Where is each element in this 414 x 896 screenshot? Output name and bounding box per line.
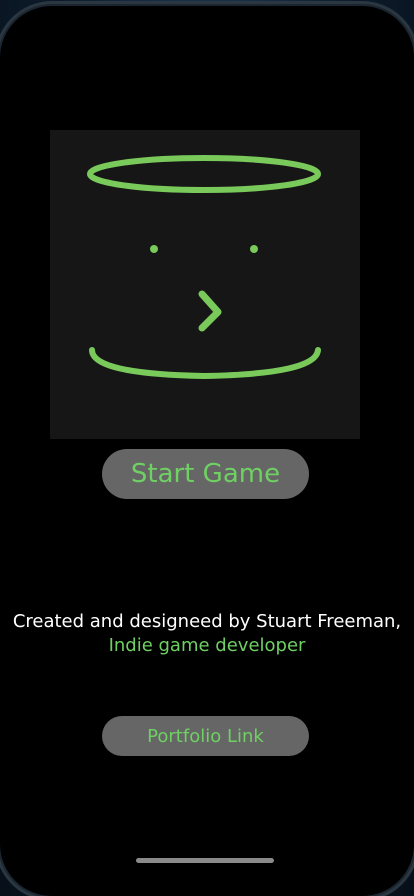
phone-screen: Start Game Created and designeed by Stua… <box>0 6 414 896</box>
start-game-button[interactable]: Start Game <box>102 449 309 499</box>
cylinder-face-icon <box>87 155 321 380</box>
credit-text: Created and designeed by Stuart Freeman, <box>12 611 402 632</box>
game-logo-image <box>50 130 360 439</box>
developer-tagline: Indie game developer <box>108 635 306 656</box>
home-indicator[interactable] <box>136 858 274 863</box>
portfolio-link-button[interactable]: Portfolio Link <box>102 716 309 756</box>
